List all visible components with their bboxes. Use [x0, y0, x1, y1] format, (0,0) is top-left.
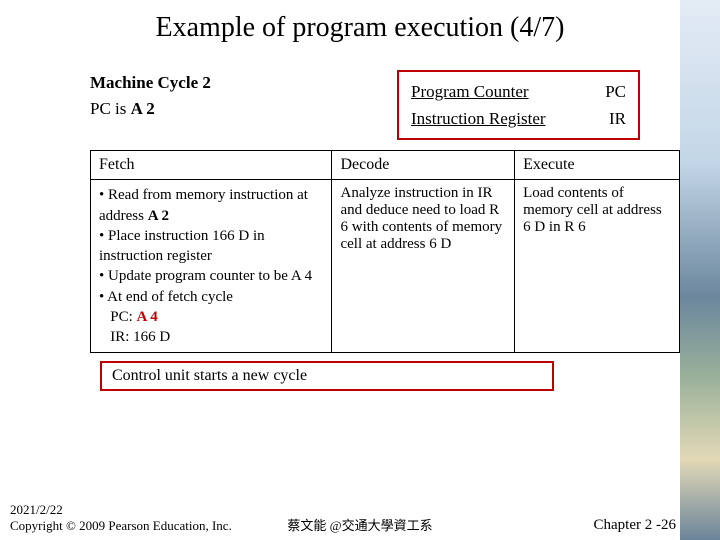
fetch-b2: • Place instruction 166 D in instruction…	[99, 226, 323, 267]
decode-cell: Analyze instruction in IR and deduce nee…	[332, 180, 515, 353]
footer-copyright: Copyright © 2009 Pearson Education, Inc.	[10, 518, 232, 534]
pc-label: Program Counter	[411, 82, 529, 101]
header-execute: Execute	[515, 151, 680, 180]
pc-line-value: A 2	[131, 99, 155, 118]
ir-label: Instruction Register	[411, 109, 546, 128]
fetch-b1a: • Read from memory instruction at addres…	[99, 187, 308, 223]
cycle-info: Machine Cycle 2 PC is A 2	[90, 70, 211, 121]
fetch-pc-val: A 4	[137, 309, 158, 325]
footer-center: 蔡文能 @交通大學資工系	[287, 515, 432, 534]
fetch-b1b: A 2	[148, 208, 169, 224]
machine-cycle-label: Machine Cycle 2	[90, 73, 211, 92]
fetch-b3: • Update program counter to be A 4	[99, 266, 323, 286]
execute-cell: Load contents of memory cell at address …	[515, 180, 680, 353]
footer-left: 2021/2/22 Copyright © 2009 Pearson Educa…	[10, 502, 232, 534]
fetch-pc-lbl: PC:	[99, 309, 137, 325]
slide-content: Machine Cycle 2 PC is A 2 Program Counte…	[0, 70, 720, 391]
footer: 2021/2/22 Copyright © 2009 Pearson Educa…	[10, 502, 710, 534]
pc-line-prefix: PC is	[90, 99, 131, 118]
fetch-b4: • At end of fetch cycle	[99, 287, 323, 307]
fetch-cell: • Read from memory instruction at addres…	[91, 180, 332, 353]
header-fetch: Fetch	[91, 151, 332, 180]
register-box: Program Counter PC Instruction Register …	[397, 70, 640, 140]
slide-title: Example of program execution (4/7)	[0, 0, 720, 48]
top-row: Machine Cycle 2 PC is A 2 Program Counte…	[90, 70, 640, 140]
fetch-ir: IR: 166 D	[99, 327, 323, 347]
header-decode: Decode	[332, 151, 515, 180]
pc-short: PC	[605, 78, 626, 105]
footer-right: Chapter 2 -26	[594, 517, 676, 534]
cycle-table: Fetch Decode Execute • Read from memory …	[90, 150, 680, 353]
footer-date: 2021/2/22	[10, 502, 232, 518]
control-unit-box: Control unit starts a new cycle	[100, 361, 554, 391]
ir-short: IR	[609, 105, 626, 132]
